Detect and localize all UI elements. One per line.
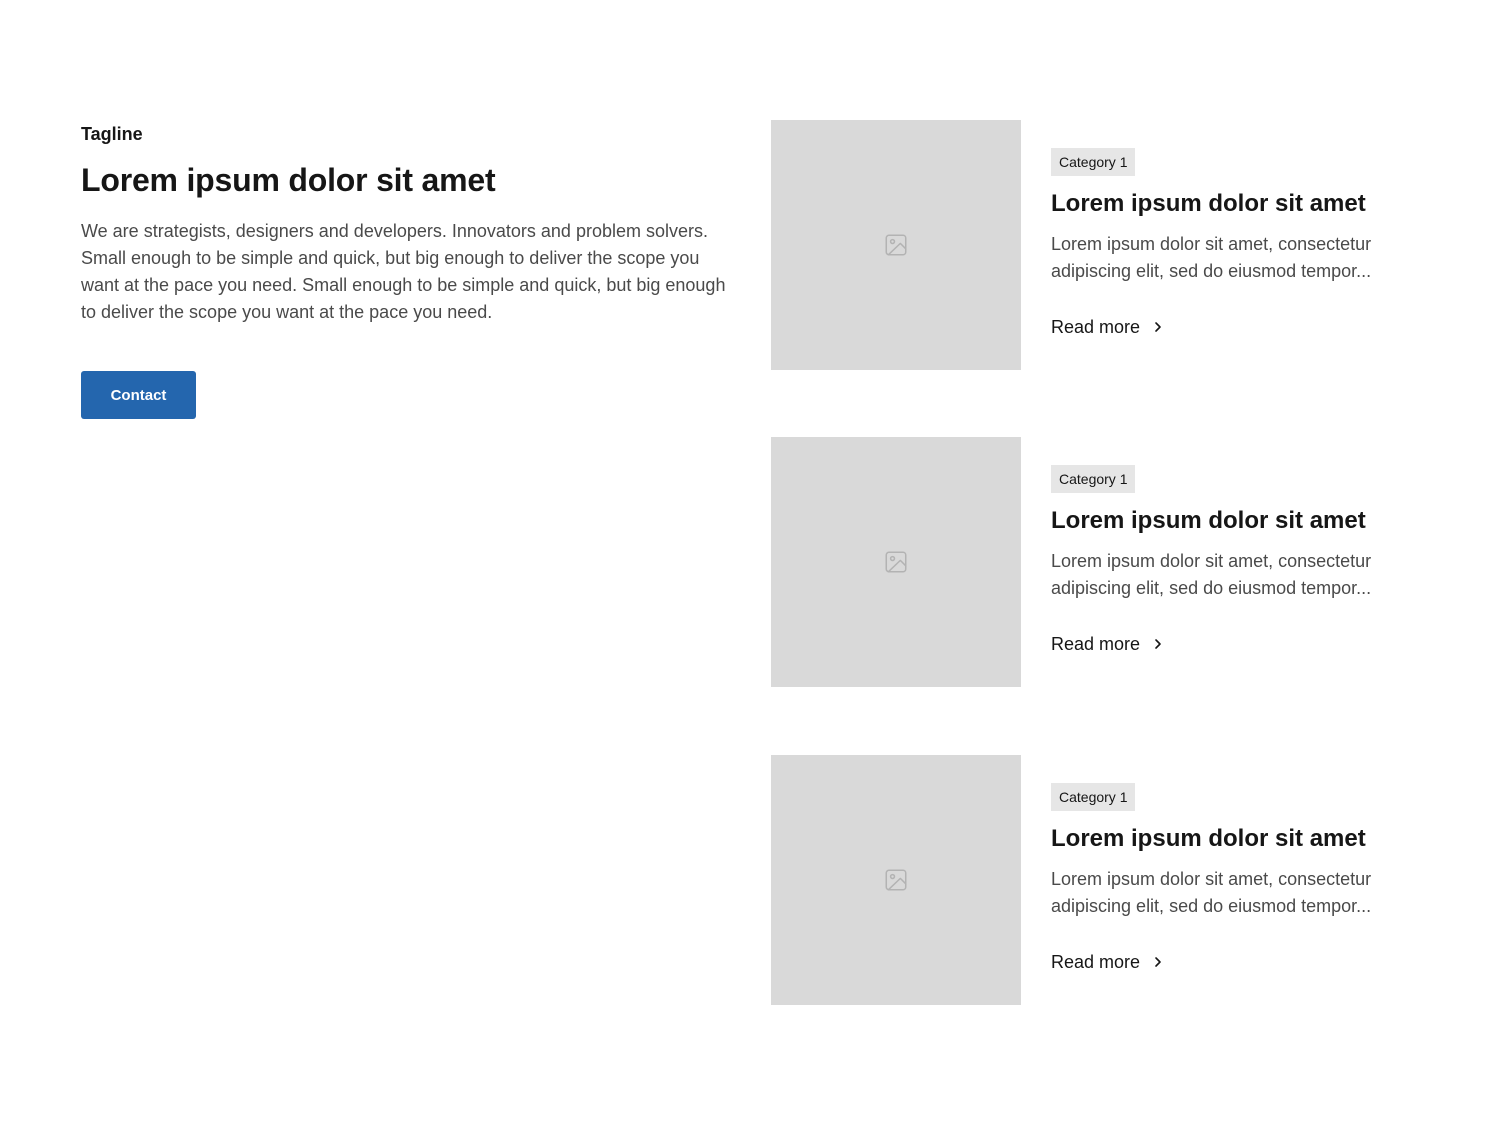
card-excerpt-line: adipiscing elit, sed do eiusmod tempor..…	[1051, 261, 1372, 281]
card-title[interactable]: Lorem ipsum dolor sit amet	[1051, 506, 1431, 536]
card-excerpt: Lorem ipsum dolor sit amet, consectetur a…	[1051, 231, 1431, 285]
card-body: Category 1 Lorem ipsum dolor sit amet Lo…	[1051, 148, 1431, 339]
card-image-placeholder	[771, 437, 1021, 687]
category-badge[interactable]: Category 1	[1051, 148, 1136, 176]
card-excerpt-line: Lorem ipsum dolor sit amet, consectetur	[1051, 234, 1372, 254]
card-excerpt-line: Lorem ipsum dolor sit amet, consectetur	[1051, 551, 1372, 571]
card-image-placeholder	[771, 120, 1021, 370]
blog-card: Category 1 Lorem ipsum dolor sit amet Lo…	[771, 755, 1431, 1005]
read-more-label: Read more	[1051, 952, 1141, 972]
blog-card: Category 1 Lorem ipsum dolor sit amet Lo…	[771, 120, 1431, 370]
chevron-right-icon	[1152, 321, 1164, 333]
card-excerpt-line: adipiscing elit, sed do eiusmod tempor..…	[1051, 896, 1372, 916]
card-title[interactable]: Lorem ipsum dolor sit amet	[1051, 824, 1431, 854]
card-body: Category 1 Lorem ipsum dolor sit amet Lo…	[1051, 783, 1431, 974]
tagline: Tagline	[81, 124, 143, 144]
card-excerpt: Lorem ipsum dolor sit amet, consectetur a…	[1051, 548, 1431, 602]
intro-description: We are strategists, designers and develo…	[81, 221, 726, 322]
read-more-link[interactable]: Read more	[1051, 632, 1164, 656]
card-image-placeholder	[771, 755, 1021, 1005]
card-title[interactable]: Lorem ipsum dolor sit amet	[1051, 189, 1431, 219]
category-badge[interactable]: Category 1	[1051, 465, 1136, 493]
card-excerpt-line: adipiscing elit, sed do eiusmod tempor..…	[1051, 578, 1372, 598]
category-badge[interactable]: Category 1	[1051, 783, 1136, 811]
read-more-label: Read more	[1051, 317, 1141, 337]
read-more-label: Read more	[1051, 634, 1141, 654]
image-placeholder-icon	[885, 234, 907, 256]
image-placeholder-icon	[885, 551, 907, 573]
image-placeholder-icon	[885, 869, 907, 891]
read-more-link[interactable]: Read more	[1051, 315, 1164, 339]
card-excerpt-line: Lorem ipsum dolor sit amet, consectetur	[1051, 869, 1372, 889]
intro-section: Tagline Lorem ipsum dolor sit amet We ar…	[81, 122, 741, 326]
contact-button[interactable]: Contact	[81, 371, 196, 419]
chevron-right-icon	[1152, 956, 1164, 968]
chevron-right-icon	[1152, 638, 1164, 650]
card-body: Category 1 Lorem ipsum dolor sit amet Lo…	[1051, 465, 1431, 656]
page-title: Lorem ipsum dolor sit amet	[81, 162, 496, 198]
read-more-link[interactable]: Read more	[1051, 950, 1164, 974]
blog-card: Category 1 Lorem ipsum dolor sit amet Lo…	[771, 437, 1431, 687]
card-excerpt: Lorem ipsum dolor sit amet, consectetur a…	[1051, 866, 1431, 920]
